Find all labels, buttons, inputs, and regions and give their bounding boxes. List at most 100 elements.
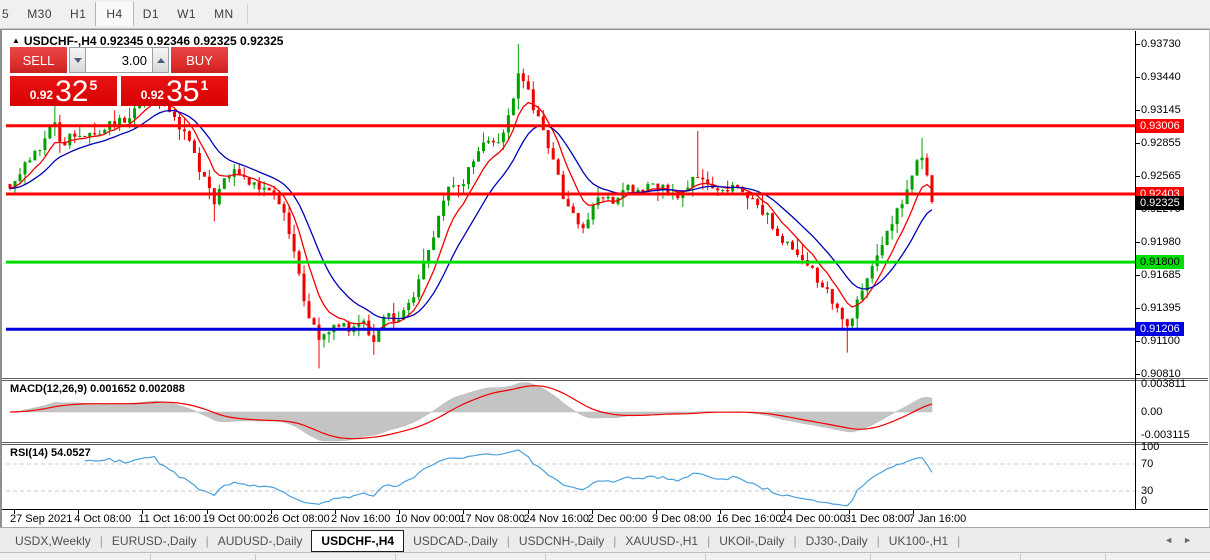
status-cell-divider [545,554,546,560]
chart-tab-xauusd-h1[interactable]: XAUUSD-,H1 [616,530,707,552]
price-tick [1135,77,1140,78]
rsi-tick-label: 100 [1141,441,1160,453]
toolbar-divider [246,4,248,24]
time-tick-label: 9 Dec 08:00 [652,513,712,525]
rsi-label: RSI(14) 54.0527 [10,447,91,459]
time-tick-label: 10 Nov 00:00 [395,513,461,525]
price-tick-label: 0.91100 [1141,335,1180,347]
rsi-tick-label: 0 [1141,495,1148,507]
price-tick-label: 0.91395 [1141,302,1181,314]
rsi-panel-canvas[interactable] [6,444,1135,508]
rsi-tick-label: 70 [1141,458,1154,470]
status-cell-divider [705,554,706,560]
price-badge: 0.92325 [1136,196,1184,210]
one-click-trade-panel: SELL BUY 0.92 32 5 0.92 35 1 [10,47,228,108]
macd-tick-label: 0.003811 [1141,378,1187,390]
timeframe-button-w1[interactable]: W1 [168,2,205,26]
panel-separator[interactable] [2,378,1208,379]
chart-tab-usdcad-daily[interactable]: USDCAD-,Daily [404,530,507,552]
tab-divider: | [957,533,961,548]
macd-label: MACD(12,26,9) 0.001652 0.002088 [10,383,185,395]
price-tick-label: 0.93730 [1141,38,1181,50]
status-cell-divider [395,554,396,560]
lots-input[interactable] [86,47,152,73]
time-axis: 27 Sep 2021 4 Oct 08:00 11 Oct 16:00 19 Oct… [2,510,1208,528]
tab-scroll-right-icon[interactable]: ► [1183,535,1202,545]
macd-tick-label: -0.003115 [1141,429,1190,441]
price-tick [1135,374,1140,375]
timeframe-button-m30[interactable]: M30 [18,2,61,26]
chart-tab-usdx-weekly[interactable]: USDX,Weekly [6,530,100,552]
status-cell-divider [150,554,151,560]
time-tick-label: 27 Sep 2021 [10,513,73,525]
timeframe-button-h1[interactable]: H1 [61,2,95,26]
status-cell-divider [255,554,256,560]
time-tick-label: 24 Nov 16:00 [523,513,590,525]
time-tick-label: 19 Oct 00:00 [202,513,266,525]
status-cell-divider [1020,554,1021,560]
timeframe-button-h4[interactable]: H4 [95,2,134,26]
arrow-up-icon [156,57,165,63]
chart-tab-usdcnh-daily[interactable]: USDCNH-,Daily [510,530,613,552]
buy-button[interactable]: BUY [171,47,228,73]
chart-tab-eurusd-daily[interactable]: EURUSD-,Daily [103,530,206,552]
buy-price-box[interactable]: 0.92 35 1 [121,75,228,108]
time-tick-label: 4 Oct 08:00 [74,513,132,525]
price-tick-label: 0.92565 [1141,170,1181,182]
status-cell-divider [870,554,871,560]
price-axis-line [1135,31,1136,509]
sell-price-sup: 5 [89,77,98,93]
time-tick-label: 24 Dec 00:00 [780,513,846,525]
price-tick [1135,308,1140,309]
buy-price-sup: 1 [200,77,209,93]
price-badge: 0.91800 [1136,255,1184,269]
time-tick-label: 16 Dec 16:00 [716,513,782,525]
chart-tab-ukoil-daily[interactable]: UKOil-,Daily [710,530,793,552]
panel-separator[interactable] [2,442,1208,443]
chart-tab-dj30-daily[interactable]: DJ30-,Daily [797,530,877,552]
chart-tab-bar: USDX,Weekly | EURUSD-,Daily | AUDUSD-,Daily U… [0,527,1210,553]
chart-title: ▲ USDCHF-,H4 0.92345 0.92346 0.92325 0.92… [12,34,283,48]
arrow-down-icon [73,57,82,63]
time-axis-line [2,509,1208,510]
price-tick-label: 0.91980 [1141,236,1181,248]
price-tick [1135,341,1140,342]
timeframe-button-d1[interactable]: D1 [134,2,168,26]
price-tick [1135,275,1140,276]
price-badge: 0.93006 [1136,119,1184,133]
tab-scroll-left-icon[interactable]: ◄ [1164,535,1183,545]
time-tick-label: 31 Dec 08:00 [844,513,911,525]
price-tick [1135,143,1140,144]
lots-increase-button[interactable] [152,47,169,73]
sell-price-box[interactable]: 0.92 32 5 [10,75,117,108]
chart-tab-usdchf-h4[interactable]: USDCHF-,H4 [311,529,405,552]
price-tick-label: 0.92855 [1141,137,1181,149]
chart-title-text: USDCHF-,H4 0.92345 0.92346 0.92325 0.923… [23,34,284,48]
time-tick-label: 11 Oct 16:00 [138,513,201,525]
panel-separator[interactable] [2,380,1208,381]
price-tick-label: 0.91685 [1141,269,1181,281]
price-tick [1135,176,1140,177]
sell-button[interactable]: SELL [10,47,67,73]
macd-tick-label: 0.00 [1141,406,1163,418]
mt4-window: 5 M30 H1 H4 D1 W1 MN 0.93730 0.93440 0.93145 0.92… [0,0,1210,560]
chart-tab-audusd-daily[interactable]: AUDUSD-,Daily [209,530,312,552]
timeframe-button-mn[interactable]: MN [205,2,243,26]
panel-separator[interactable] [2,444,1208,445]
price-tick [1135,44,1140,45]
timeframe-toolbar: 5 M30 H1 H4 D1 W1 MN [0,0,1210,29]
buy-price-big: 35 [166,75,200,108]
timeframe-button-5[interactable]: 5 [0,2,18,26]
time-tick-label: 26 Oct 08:00 [266,513,330,525]
lots-decrease-button[interactable] [69,47,86,73]
status-cell-divider [1105,554,1106,560]
time-tick-label: 7 Jan 16:00 [908,513,967,525]
sell-price-big: 32 [55,75,89,108]
price-tick-label: 0.93440 [1141,71,1181,83]
chart-tab-uk100-h1[interactable]: UK100-,H1 [880,530,957,552]
chart-window: 0.93730 0.93440 0.93145 0.92855 0.92565 0.92 2… [0,29,1210,527]
price-tick [1135,242,1140,243]
time-tick-label: 2 Dec 00:00 [587,513,648,525]
time-tick-label: 17 Nov 08:00 [459,513,525,525]
collapse-icon[interactable]: ▲ [12,36,20,45]
